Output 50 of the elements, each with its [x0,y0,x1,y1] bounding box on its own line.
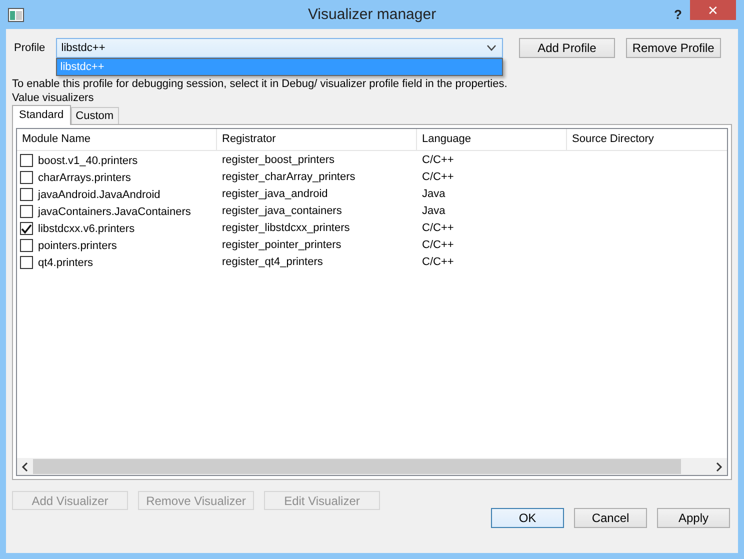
help-button[interactable]: ? [666,7,690,22]
column-header[interactable]: Source Directory [567,129,727,150]
column-header[interactable]: Registrator [217,129,417,150]
table-cell: Java [422,204,446,216]
table-cell: charArrays.printers [38,172,131,184]
window-title: Visualizer manager [308,6,436,23]
tab[interactable]: Standard [12,105,71,125]
close-button[interactable]: ✕ [690,0,736,20]
table-cell: register_java_containers [222,204,342,216]
table-cell: register_qt4_printers [222,256,323,268]
table-cell: pointers.printers [38,240,117,252]
table-cell: javaContainers.JavaContainers [38,206,191,218]
table-cell: register_java_android [222,188,328,200]
column-header[interactable]: Module Name [17,129,217,150]
table-cell: C/C++ [422,170,454,182]
table-cell: C/C++ [422,222,454,234]
ok-button[interactable]: OK [491,508,564,528]
table-cell: register_libstdcxx_printers [222,222,350,234]
chevron-down-icon [487,45,496,51]
table-cell: Java [422,188,446,200]
section-label: Value visualizers [12,91,95,106]
table-cell: register_boost_printers [222,154,335,166]
apply-button[interactable]: Apply [657,508,730,528]
table-cell: javaAndroid.JavaAndroid [38,188,160,200]
checkbox[interactable] [20,205,33,218]
checkbox[interactable] [20,256,33,269]
checkbox[interactable] [20,154,33,167]
table-cell: qt4.printers [38,256,94,268]
table-cell: C/C++ [422,154,454,166]
table-cell: register_pointer_printers [222,238,342,250]
checkbox[interactable] [20,222,33,235]
table-cell: register_charArray_printers [222,170,356,182]
table-cell: C/C++ [422,256,454,268]
checkbox[interactable] [20,188,33,201]
table-cell: libstdcxx.v6.printers [38,222,135,234]
cancel-button[interactable]: Cancel [574,508,647,528]
info-text: To enable this profile for debugging session, select it in Debug/ visualizer profile field in the properties. [12,77,508,91]
remove-profile-button[interactable]: Remove Profile [626,38,721,58]
profile-dropdown[interactable]: libstdc++ [56,38,504,58]
table-cell: C/C++ [422,238,454,250]
checkbox[interactable] [20,239,33,252]
table-cell: boost.v1_40.printers [38,154,138,166]
horizontal-scrollbar[interactable] [17,458,727,475]
window-icon [8,8,24,22]
profile-label: Profile [13,42,46,54]
column-header[interactable]: Language [417,129,567,150]
scrollbar-thumb[interactable] [33,459,681,474]
tab[interactable]: Custom [70,107,119,124]
checkbox[interactable] [20,171,33,184]
add-profile-button[interactable]: Add Profile [519,38,615,58]
